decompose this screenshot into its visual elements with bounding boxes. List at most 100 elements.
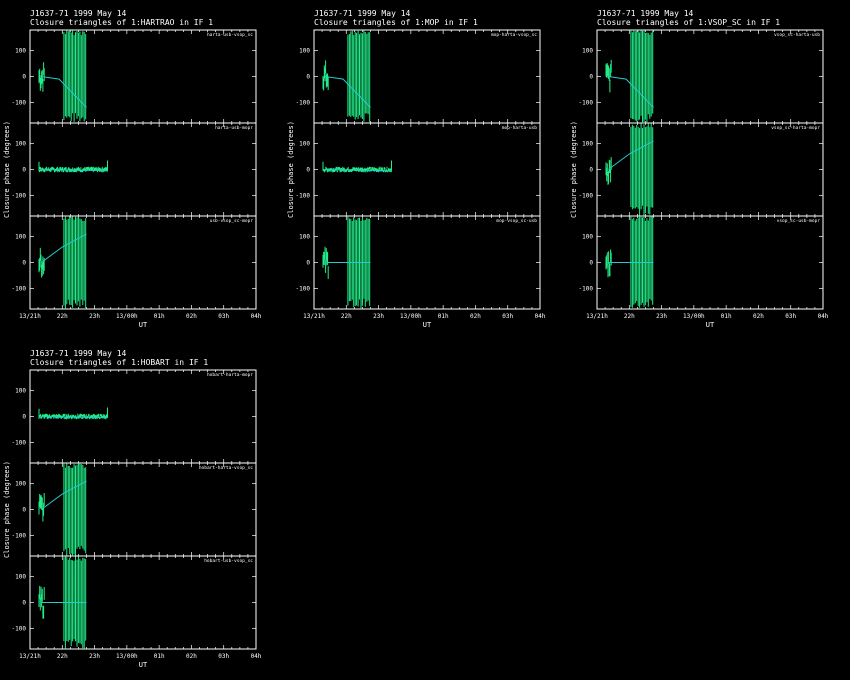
closure-phase-data: [63, 216, 87, 309]
closure-phase-data: [605, 157, 612, 185]
y-axis-label: Closure phase (degrees): [3, 461, 11, 558]
plot-2: J1637-71 1999 May 14Closure triangles of…: [287, 9, 546, 329]
y-tick-label: 100: [15, 481, 26, 488]
x-tick-label: 13/00h: [116, 313, 138, 320]
closure-phase-figure: J1637-71 1999 May 14Closure triangles of…: [3, 9, 829, 669]
x-tick-label: 04h: [251, 653, 262, 660]
y-tick-label: -100: [12, 532, 27, 539]
y-tick-label: 100: [582, 141, 593, 148]
y-tick-label: 0: [306, 260, 310, 267]
x-tick-label: 23h: [89, 313, 100, 320]
triangle-label: mop-vsop_sc-usb: [496, 218, 537, 224]
x-tick-label: 02h: [753, 313, 764, 320]
x-tick-label: 01h: [438, 313, 449, 320]
x-tick-label: 13/21h: [303, 313, 325, 320]
y-tick-label: -100: [12, 439, 27, 446]
panel-1: -100 0 100 mop-harta-vsop_sc: [296, 29, 541, 124]
y-tick-label: 100: [299, 141, 310, 148]
x-tick-label: 13/21h: [586, 313, 608, 320]
y-tick-label: -100: [12, 99, 27, 106]
x-tick-label: 04h: [251, 313, 262, 320]
y-tick-label: -100: [296, 285, 311, 292]
y-tick-label: -100: [12, 192, 27, 199]
closure-phase-data: [63, 463, 87, 556]
plot-3: J1637-71 1999 May 14Closure triangles of…: [570, 9, 829, 329]
panel-3: -100 0 100 vsop_sc-usb-mopr: [579, 215, 824, 310]
closure-phase-data: [630, 216, 654, 308]
x-tick-label: 22h: [57, 313, 68, 320]
y-tick-label: 100: [15, 141, 26, 148]
panel-2: -100 0 100 mop-harta-usb: [296, 122, 541, 217]
x-tick-label: 04h: [818, 313, 829, 320]
closure-phase-data: [605, 249, 612, 278]
y-tick-label: 100: [15, 234, 26, 241]
y-tick-label: 0: [589, 167, 593, 174]
y-tick-label: -100: [12, 625, 27, 632]
y-tick-label: 100: [15, 388, 26, 395]
y-tick-label: 0: [589, 260, 593, 267]
x-axis-label: UT: [139, 661, 148, 669]
panel-1: -100 0 100 vsop_sc-harta-usb: [579, 29, 824, 124]
x-tick-label: 03h: [502, 313, 513, 320]
triangle-label: vsop_sc-harta-usb: [774, 32, 820, 38]
plot-4: J1637-71 1999 May 14Closure triangles of…: [3, 349, 262, 669]
y-tick-label: 0: [22, 507, 26, 514]
x-tick-label: 13/00h: [400, 313, 422, 320]
x-tick-label: 03h: [218, 313, 229, 320]
panel-1: -100 0 100 harta-usb-vsop_sc: [12, 29, 257, 124]
x-tick-label: 03h: [785, 313, 796, 320]
triangle-label: vsop_sc-usb-mopr: [777, 218, 821, 224]
y-tick-label: -100: [12, 285, 27, 292]
x-axis-label: UT: [423, 321, 432, 329]
y-tick-label: 0: [22, 260, 26, 267]
y-tick-label: 100: [582, 48, 593, 55]
closure-phase-data: [347, 30, 371, 123]
y-axis-label: Closure phase (degrees): [570, 121, 578, 218]
y-tick-label: 0: [306, 74, 310, 81]
x-tick-label: 01h: [721, 313, 732, 320]
x-tick-label: 01h: [154, 313, 165, 320]
panel-3: -100 0 100 usb-vsop_sc-mopr: [12, 215, 257, 310]
x-tick-label: 23h: [89, 653, 100, 660]
closure-phase-data: [38, 493, 45, 522]
plot-header-source: J1637-71 1999 May 14: [314, 9, 411, 18]
closure-phase-data: [630, 30, 654, 123]
x-tick-label: 01h: [154, 653, 165, 660]
triangle-label: harta-usb-mopr: [215, 125, 253, 131]
y-tick-label: 100: [15, 574, 26, 581]
triangle-label: hobart-harta-vsop_sc: [199, 465, 253, 471]
plot-header-source: J1637-71 1999 May 14: [597, 9, 694, 18]
y-tick-label: 100: [582, 234, 593, 241]
y-tick-label: 100: [299, 48, 310, 55]
plot-header-title: Closure triangles of 1:HOBART in IF 1: [30, 358, 208, 367]
panel-3: -100 0 100 mop-vsop_sc-usb: [296, 215, 541, 310]
triangle-label: harta-usb-vsop_sc: [207, 32, 253, 38]
x-tick-label: 03h: [218, 653, 229, 660]
triangle-label: hobart-harta-mopr: [207, 372, 253, 378]
panel-2: -100 0 100 hobart-harta-vsop_sc: [12, 462, 257, 557]
closure-phase-data: [63, 30, 87, 122]
x-tick-label: 23h: [656, 313, 667, 320]
triangle-label: usb-vsop_sc-mopr: [210, 218, 254, 224]
y-tick-label: 0: [589, 74, 593, 81]
y-tick-label: -100: [579, 99, 594, 106]
x-tick-label: 23h: [373, 313, 384, 320]
x-tick-label: 13/00h: [116, 653, 138, 660]
plot-1: J1637-71 1999 May 14Closure triangles of…: [3, 9, 262, 329]
plot-header-source: J1637-71 1999 May 14: [30, 9, 127, 18]
x-tick-label: 13/21h: [19, 653, 41, 660]
y-tick-label: -100: [579, 285, 594, 292]
triangle-label: mop-harta-vsop_sc: [491, 32, 537, 38]
y-tick-label: 100: [15, 48, 26, 55]
y-tick-label: 0: [306, 167, 310, 174]
x-axis-label: UT: [706, 321, 715, 329]
x-tick-label: 04h: [535, 313, 546, 320]
x-tick-label: 22h: [341, 313, 352, 320]
x-tick-label: 02h: [186, 653, 197, 660]
y-tick-label: -100: [296, 192, 311, 199]
plot-header-title: Closure triangles of 1:VSOP_SC in IF 1: [597, 18, 780, 27]
y-tick-label: 100: [299, 234, 310, 241]
plot-header-source: J1637-71 1999 May 14: [30, 349, 127, 358]
y-tick-label: 0: [22, 600, 26, 607]
y-tick-label: -100: [296, 99, 311, 106]
